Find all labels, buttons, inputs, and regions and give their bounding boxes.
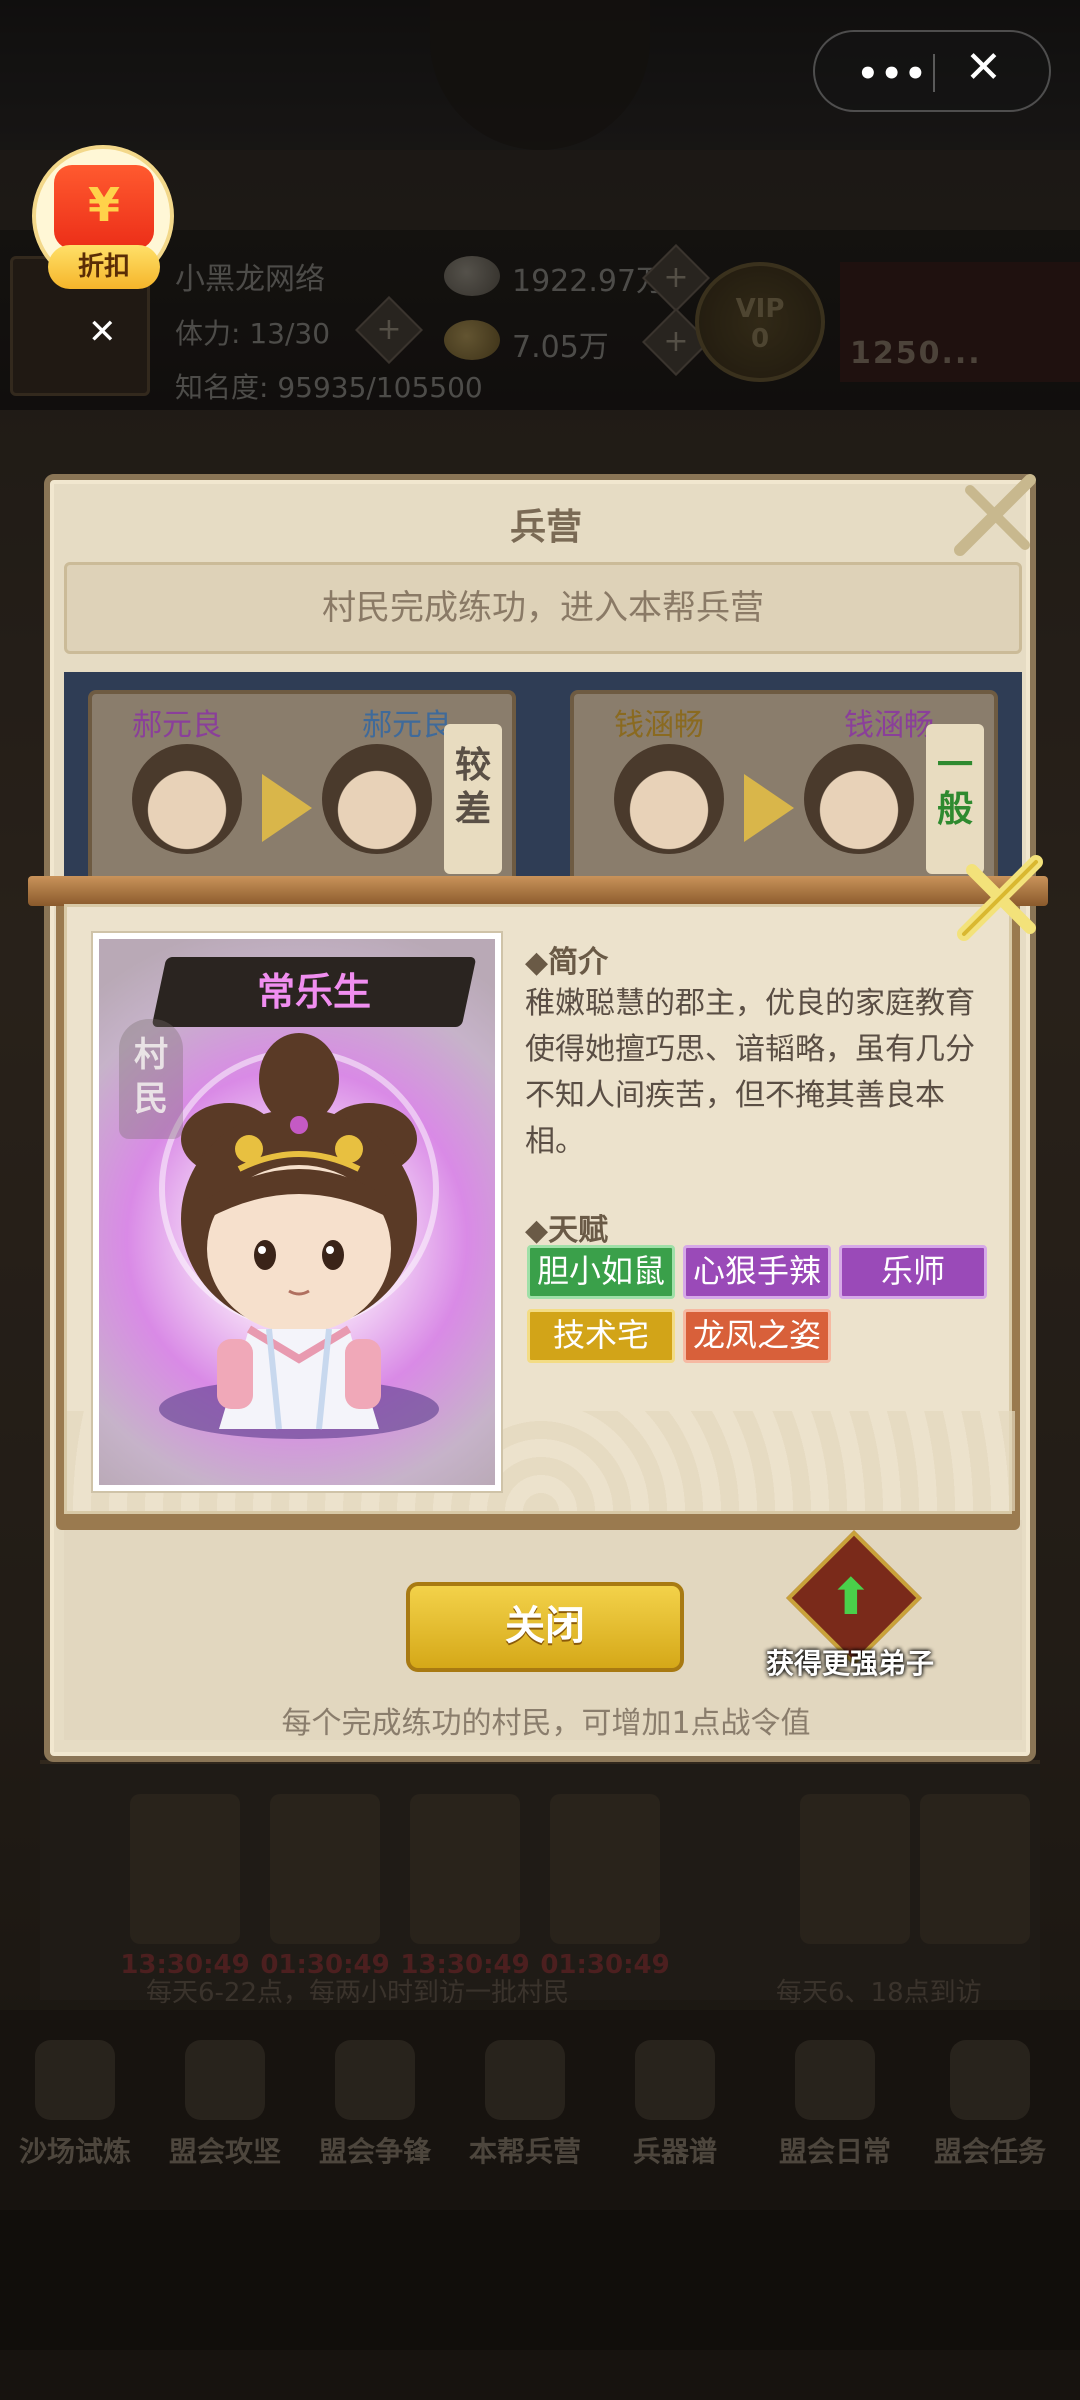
villager-name: 钱涵畅 (614, 708, 704, 743)
miniprogram-capsule: ••• ✕ (813, 30, 1051, 112)
character-portrait-frame: 常乐生 村民 (91, 931, 503, 1493)
close-icon[interactable] (950, 470, 1040, 560)
character-name: 常乐生 (256, 970, 371, 1014)
barracks-note: 每个完成练功的村民，可增加1点战令值 (281, 1706, 811, 1741)
character-illustration (181, 1033, 417, 1430)
villager-portrait (132, 744, 242, 854)
disciple-name: 钱涵畅 (844, 708, 934, 743)
talent-badge[interactable]: 胆小如鼠 (527, 1245, 675, 1299)
more-icon[interactable]: ••• (857, 54, 928, 94)
talent-badge[interactable]: 技术宅 (527, 1309, 675, 1363)
talent-heading: ◆天赋 (525, 1213, 609, 1248)
intro-heading: ◆简介 (525, 945, 609, 980)
arrow-up-icon: ⬆ (830, 1568, 872, 1626)
character-popup: 常乐生 村民 ◆简介 稚嫩聪慧的郡主，优良的家庭教育使得她擅巧思、谙韬略，虽有几… (64, 904, 1015, 1514)
barracks-subtitle: 村民完成练功，进入本帮兵营 (64, 562, 1022, 654)
capsule-divider (933, 54, 935, 92)
close-icon[interactable] (950, 848, 1050, 948)
disciple-name: 郝元良 (362, 708, 452, 743)
close-icon[interactable]: ✕ (965, 42, 1002, 93)
arrow-right-icon (262, 774, 312, 842)
discount-close-icon[interactable]: ✕ (88, 312, 117, 352)
get-stronger-disciple-label: 获得更强弟子 (765, 1647, 934, 1680)
disciple-portrait (322, 744, 432, 854)
villager-portrait (614, 744, 724, 854)
talent-badge[interactable]: 龙凤之姿 (683, 1309, 831, 1363)
character-portrait: 常乐生 村民 (99, 939, 495, 1485)
upgrade-strip: 郝元良 郝元良 较差 钱涵畅 钱涵畅 一般 (64, 672, 1022, 902)
talent-badge[interactable]: 心狠手辣 (683, 1245, 831, 1299)
upgrade-card[interactable]: 郝元良 郝元良 较差 (88, 690, 516, 890)
grade-tag: 较差 (444, 724, 502, 874)
arrow-right-icon (744, 774, 794, 842)
barracks-title: 兵营 (509, 507, 582, 548)
villager-name: 郝元良 (132, 708, 222, 743)
get-stronger-disciple-button[interactable]: ⬆ 获得更强弟子 (750, 1530, 950, 1690)
talent-badge[interactable]: 乐师 (839, 1245, 987, 1299)
character-popup-header-bar (28, 876, 1048, 906)
close-button[interactable]: 关闭 (406, 1582, 684, 1672)
upgrade-card[interactable]: 钱涵畅 钱涵畅 一般 (570, 690, 998, 890)
disciple-portrait (804, 744, 914, 854)
intro-text: 稚嫩聪慧的郡主，优良的家庭教育使得她擅巧思、谙韬略，虽有几分不知人间疾苦，但不掩… (525, 986, 975, 1159)
discount-label: 折扣 (48, 245, 160, 289)
discount-button[interactable]: ¥ 折扣 (32, 145, 174, 289)
red-envelope-icon: ¥ (54, 165, 154, 249)
